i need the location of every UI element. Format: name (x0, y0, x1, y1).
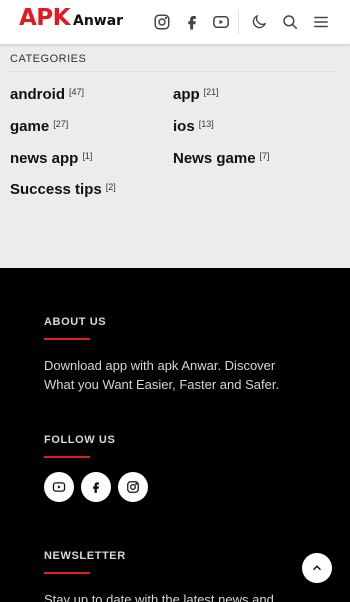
category-count: [27] (53, 119, 69, 129)
category-link[interactable]: android [47] (10, 86, 84, 103)
category-count: [47] (69, 87, 85, 97)
newsletter-title: NEWSLETTER (44, 550, 126, 562)
site-footer: ABOUT US Download app with apk Anwar. Di… (0, 268, 350, 602)
category-count: [13] (198, 119, 214, 129)
about-us-text: Download app with apk Anwar. Discover Wh… (44, 358, 280, 392)
categories-title: CATEGORIES (10, 53, 87, 65)
category-count: [1] (82, 151, 93, 161)
site-header: APK Anwar (0, 0, 350, 44)
facebook-icon[interactable] (81, 472, 111, 502)
logo-primary: APK (19, 5, 70, 31)
facebook-icon[interactable] (182, 12, 202, 32)
category-link[interactable]: Success tips [2] (10, 181, 116, 198)
follow-us-underline (44, 456, 90, 458)
newsletter-text: Stay up to date with the latest news and (44, 592, 274, 602)
category-name: android (10, 86, 65, 103)
categories-divider (10, 71, 336, 72)
site-logo[interactable]: APK Anwar (19, 5, 123, 31)
youtube-icon[interactable] (44, 472, 74, 502)
category-link[interactable]: app [21] (173, 86, 219, 103)
dark-mode-icon[interactable] (249, 12, 269, 32)
chevron-up-icon (310, 561, 324, 575)
menu-icon[interactable] (311, 12, 331, 32)
category-name: app (173, 86, 200, 103)
category-name: news app (10, 150, 79, 167)
about-us-title: ABOUT US (44, 316, 107, 328)
category-count: [21] (203, 87, 219, 97)
instagram-icon[interactable] (152, 12, 172, 32)
instagram-icon[interactable] (118, 472, 148, 502)
header-divider (238, 10, 239, 34)
youtube-icon[interactable] (211, 12, 231, 32)
category-link[interactable]: ios [13] (173, 118, 214, 135)
category-name: Success tips (10, 181, 102, 198)
logo-secondary: Anwar (72, 13, 124, 29)
category-link[interactable]: News game [7] (173, 150, 270, 167)
category-link[interactable]: game [27] (10, 118, 68, 135)
category-name: game (10, 118, 50, 135)
search-icon[interactable] (280, 12, 300, 32)
back-to-top-button[interactable] (302, 553, 332, 583)
category-name: News game (173, 150, 256, 167)
category-name: ios (173, 118, 195, 135)
follow-us-title: FOLLOW US (44, 434, 116, 446)
about-us-underline (44, 338, 90, 340)
categories-widget: CATEGORIES android [47] app [21] game [2… (0, 44, 350, 268)
category-link[interactable]: news app [1] (10, 150, 92, 167)
category-count: [2] (105, 182, 116, 192)
category-count: [7] (259, 151, 270, 161)
newsletter-underline (44, 572, 90, 574)
